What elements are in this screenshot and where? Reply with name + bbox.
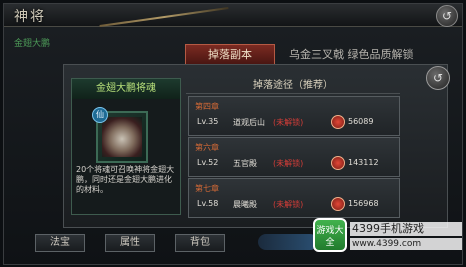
- coin-value: 143112: [348, 158, 379, 167]
- watermark: 4399手机游戏 www.4399.com: [350, 222, 462, 256]
- coin-icon: [331, 156, 345, 170]
- tab-bag[interactable]: 背包: [175, 234, 225, 252]
- coin-icon: [331, 115, 345, 129]
- tab-attributes[interactable]: 属性: [105, 234, 155, 252]
- drop-row[interactable]: 第六章 Lv.52 五官殿 (未解锁) 143112: [188, 137, 400, 177]
- page-title: 神将: [14, 9, 46, 25]
- spirit-icon: [102, 117, 142, 157]
- level-label: Lv.58: [197, 199, 219, 208]
- back-button[interactable]: ↺: [436, 5, 458, 27]
- item-icon-frame[interactable]: 仙: [92, 107, 148, 163]
- item-description: 20个将魂可召唤神将金翅大鹏，同时还是金翅大鹏进化的材料。: [76, 165, 175, 194]
- top-bar: 神将 ↺: [4, 4, 462, 28]
- level-label: Lv.35: [197, 117, 219, 126]
- location-label: 道观后山: [233, 118, 265, 127]
- panel-title: 掉落途径（推荐）: [186, 78, 400, 94]
- watermark-url: www.4399.com: [350, 238, 462, 250]
- drop-row[interactable]: 第四章 Lv.35 道观后山 (未解锁) 56089: [188, 96, 400, 136]
- panel-back-button[interactable]: ↺: [426, 66, 450, 90]
- chapter-label: 第六章: [195, 143, 219, 152]
- tab-weapon-unlock[interactable]: 乌金三叉戟 绿色品质解锁: [289, 46, 414, 62]
- location-label: 五官殿: [233, 159, 257, 168]
- coin-icon: [331, 197, 345, 211]
- chapter-label: 第七章: [195, 184, 219, 193]
- sword-decoration-icon: [99, 6, 229, 28]
- lock-status: (未解锁): [273, 200, 304, 209]
- tab-drop-dungeon[interactable]: 掉落副本: [185, 44, 275, 65]
- item-card: 金翅大鹏将魂 仙 20个将魂可召唤神将金翅大鹏，同时还是金翅大鹏进化的材料。: [71, 78, 181, 215]
- watermark-brand: 4399手机游戏: [350, 222, 462, 236]
- item-name: 金翅大鹏将魂: [72, 79, 180, 99]
- rarity-badge: 仙: [92, 107, 108, 123]
- left-tree-label: 金翅大鹏: [14, 39, 51, 49]
- chapter-label: 第四章: [195, 102, 219, 111]
- lock-status: (未解锁): [273, 118, 304, 127]
- tab-treasure[interactable]: 法宝: [35, 234, 85, 252]
- drop-row[interactable]: 第七章 Lv.58 晨曦殿 (未解锁) 156968: [188, 178, 400, 218]
- lock-status: (未解锁): [273, 159, 304, 168]
- coin-value: 156968: [348, 199, 379, 208]
- coin-value: 56089: [348, 117, 374, 126]
- location-label: 晨曦殿: [233, 200, 257, 209]
- bottom-slider[interactable]: [258, 234, 318, 250]
- level-label: Lv.52: [197, 158, 219, 167]
- watermark-logo: 游戏大全: [313, 218, 347, 252]
